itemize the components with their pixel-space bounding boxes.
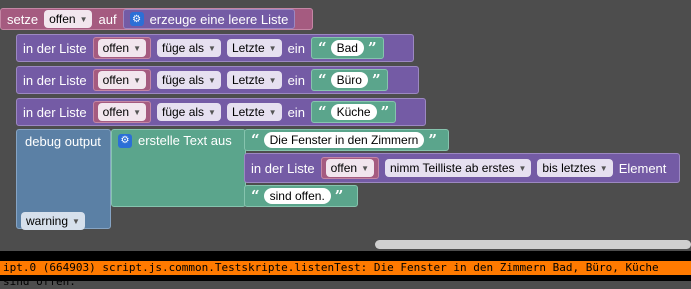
operation-dropdown[interactable]: füge als ▼ (157, 103, 221, 121)
set-label: setze (7, 11, 39, 27)
chevron-down-icon: ▼ (268, 43, 277, 53)
chevron-down-icon: ▼ (208, 75, 216, 85)
open-quote-icon: “ (317, 103, 327, 121)
element-label: Element (618, 160, 667, 176)
close-quote-icon: ” (371, 71, 381, 89)
log-line: ipt.0 (664903) script.js.common.Testskri… (0, 261, 691, 288)
sublist-end-label: bis letztes (542, 161, 596, 175)
create-empty-list-label: erzeuge eine leere Liste (149, 11, 289, 27)
position-dropdown[interactable]: Letzte ▼ (226, 39, 282, 57)
variable-block[interactable]: offen ▼ (320, 157, 379, 179)
to-label: auf (98, 11, 117, 27)
in-label: ein (287, 40, 305, 56)
chevron-down-icon: ▼ (133, 107, 141, 117)
chevron-down-icon: ▼ (268, 75, 277, 85)
text-block[interactable]: “ sind offen. ” (244, 185, 358, 207)
open-quote-icon: “ (251, 187, 260, 205)
debug-output-block[interactable]: debug output warning ▼ (16, 129, 111, 230)
sublist-mode-dropdown[interactable]: nimm Teilliste ab erstes ▼ (385, 159, 532, 177)
position-label: Letzte (231, 41, 265, 55)
chevron-down-icon: ▼ (208, 43, 216, 53)
text-block[interactable]: “ Die Fenster in den Zimmern ” (244, 129, 449, 151)
variable-dropdown[interactable]: offen ▼ (97, 71, 146, 89)
create-text-block[interactable]: ⚙ erstelle Text aus (111, 129, 246, 207)
chevron-down-icon: ▼ (208, 107, 216, 117)
close-quote-icon: ” (334, 187, 344, 205)
operation-dropdown[interactable]: füge als ▼ (157, 71, 221, 89)
open-quote-icon: “ (251, 131, 260, 149)
variable-dropdown[interactable]: offen ▼ (97, 39, 146, 57)
create-text-label: erstelle Text aus (138, 133, 232, 148)
in-list-label: in der Liste (23, 104, 87, 120)
in-label: ein (287, 104, 305, 120)
horizontal-scrollbar[interactable] (375, 240, 691, 249)
text-block[interactable]: “ Küche ” (310, 101, 397, 123)
position-dropdown[interactable]: Letzte ▼ (226, 103, 282, 121)
in-list-label: in der Liste (23, 72, 87, 88)
operation-label: füge als (162, 41, 205, 55)
log-level-value: warning (26, 214, 69, 228)
position-label: Letzte (231, 105, 265, 119)
gear-icon[interactable]: ⚙ (129, 12, 144, 26)
operation-dropdown[interactable]: füge als ▼ (157, 39, 221, 57)
chevron-down-icon: ▼ (518, 163, 527, 173)
text-value[interactable]: Büro (330, 72, 368, 88)
operation-label: füge als (162, 73, 205, 87)
in-list-label: in der Liste (251, 160, 315, 176)
text-value[interactable]: sind offen. (263, 188, 331, 204)
variable-name: offen (102, 73, 130, 87)
position-label: Letzte (231, 73, 265, 87)
text-block[interactable]: “ Büro ” (310, 69, 388, 91)
position-dropdown[interactable]: Letzte ▼ (226, 71, 282, 89)
close-quote-icon: ” (367, 39, 377, 57)
chevron-down-icon: ▼ (72, 216, 80, 226)
text-value[interactable]: Küche (330, 104, 377, 120)
variable-block[interactable]: offen ▼ (92, 37, 151, 59)
variable-block[interactable]: offen ▼ (92, 101, 151, 123)
chevron-down-icon: ▼ (79, 14, 88, 24)
variable-name: offen (102, 41, 130, 55)
sublist-block[interactable]: in der Liste offen ▼ nimm Teilliste ab e… (244, 153, 680, 183)
text-value[interactable]: Bad (330, 40, 364, 56)
log-level-dropdown[interactable]: warning ▼ (21, 212, 85, 230)
variable-name: offen (49, 12, 76, 26)
sublist-end-dropdown[interactable]: bis letztes ▼ (537, 159, 613, 177)
variable-block[interactable]: offen ▼ (92, 69, 151, 91)
open-quote-icon: “ (317, 39, 327, 57)
gear-icon[interactable]: ⚙ (118, 133, 132, 148)
variable-dropdown[interactable]: offen ▼ (97, 103, 146, 121)
chevron-down-icon: ▼ (268, 107, 277, 117)
in-list-label: in der Liste (23, 40, 87, 56)
close-quote-icon: ” (380, 103, 390, 121)
chevron-down-icon: ▼ (133, 75, 141, 85)
list-add-block[interactable]: in der Liste offen ▼ füge als ▼ Letzte ▼… (16, 34, 414, 62)
list-add-block[interactable]: in der Liste offen ▼ füge als ▼ Letzte ▼… (16, 98, 426, 126)
variable-name: offen (102, 105, 130, 119)
chevron-down-icon: ▼ (133, 43, 141, 53)
chevron-down-icon: ▼ (361, 163, 369, 173)
variable-dropdown[interactable]: offen ▼ (325, 159, 374, 177)
open-quote-icon: “ (317, 71, 327, 89)
close-quote-icon: ” (428, 131, 437, 149)
debug-output-label: debug output (25, 134, 101, 149)
operation-label: füge als (162, 105, 205, 119)
set-variable-block[interactable]: setze offen ▼ auf ⚙ erzeuge eine leere L… (0, 8, 313, 30)
sublist-mode-label: nimm Teilliste ab erstes (390, 161, 515, 175)
create-empty-list-block[interactable]: ⚙ erzeuge eine leere Liste (122, 9, 296, 29)
in-label: ein (287, 72, 305, 88)
variable-name: offen (330, 161, 358, 175)
text-value[interactable]: Die Fenster in den Zimmern (263, 132, 425, 148)
list-add-block[interactable]: in der Liste offen ▼ füge als ▼ Letzte ▼… (16, 66, 419, 94)
variable-dropdown[interactable]: offen ▼ (44, 10, 93, 28)
chevron-down-icon: ▼ (599, 163, 608, 173)
text-block[interactable]: “ Bad ” (310, 37, 384, 59)
